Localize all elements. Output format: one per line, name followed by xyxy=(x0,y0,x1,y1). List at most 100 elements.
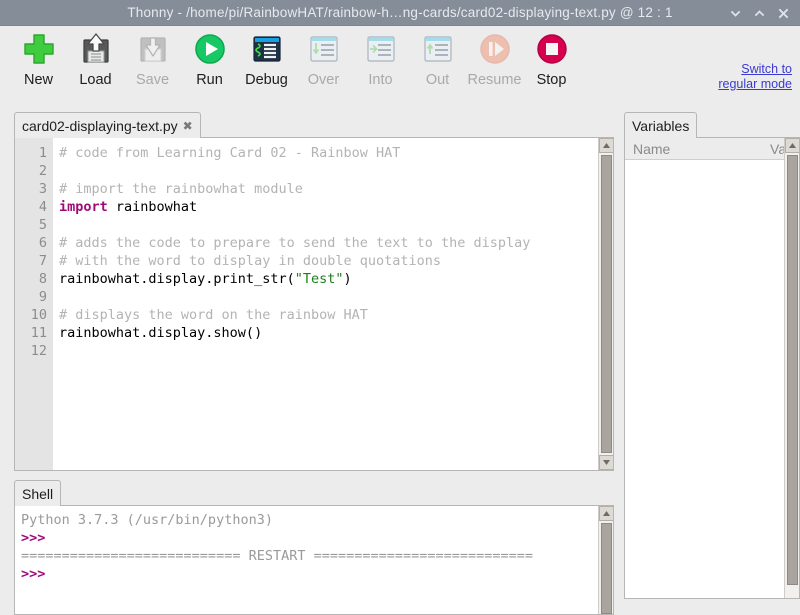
code-line: # import the rainbowhat module xyxy=(59,180,613,198)
shell-tab-label: Shell xyxy=(22,485,54,502)
code-token: # with the word to display in double quo… xyxy=(59,253,442,269)
shell-scrollbar-thumb[interactable] xyxy=(601,523,612,614)
code-token: # code from Learning Card 02 - Rainbow H… xyxy=(59,145,401,161)
editor-panel: card02-displaying-text.py ✖ 1 2 3 4 5 6 7 8 9 10 1… xyxy=(14,112,614,472)
editor-vertical-scrollbar[interactable] xyxy=(598,138,613,470)
step-over-icon xyxy=(306,31,342,67)
window-controls xyxy=(724,0,794,26)
scroll-up-arrow-icon[interactable] xyxy=(599,506,613,521)
save-button[interactable]: Save xyxy=(124,26,181,100)
over-button[interactable]: Over xyxy=(295,26,352,100)
resume-icon xyxy=(477,31,513,67)
run-button-label: Run xyxy=(196,72,223,88)
editor-body: 1 2 3 4 5 6 7 8 9 10 11 12 # code from Learning Car… xyxy=(14,137,614,471)
editor-tab-label: card02-displaying-text.py xyxy=(22,117,178,134)
tab-variables[interactable]: Variables xyxy=(624,112,698,138)
shell-line: >>> xyxy=(21,530,54,546)
variables-body: Name Valu xyxy=(624,137,800,599)
debug-icon xyxy=(249,31,285,67)
code-token: # adds the code to prepare to send the t… xyxy=(59,235,531,251)
editor-tab-card02[interactable]: card02-displaying-text.py ✖ xyxy=(14,112,201,138)
code-line: import rainbowhat xyxy=(59,198,613,216)
line-number: 8 xyxy=(38,271,47,287)
code-token: rainbowhat xyxy=(107,199,198,215)
shell-line: =========================== RESTART ====… xyxy=(21,548,534,564)
load-button[interactable]: Load xyxy=(67,26,124,100)
close-icon[interactable] xyxy=(772,2,794,24)
step-out-icon xyxy=(420,31,456,67)
debug-button[interactable]: Debug xyxy=(238,26,295,100)
over-button-label: Over xyxy=(307,72,340,88)
step-into-icon xyxy=(363,31,399,67)
variables-scrollbar-thumb[interactable] xyxy=(787,155,798,585)
line-number: 2 xyxy=(38,163,47,179)
stop-button-label: Stop xyxy=(536,72,567,88)
code-token: # import the rainbowhat module xyxy=(59,181,303,197)
shell-vertical-scrollbar[interactable] xyxy=(598,506,613,614)
main-toolbar: New Load Save Run Debug Over Into Out Re… xyxy=(0,26,800,104)
shell-line: Python 3.7.3 (/usr/bin/python3) xyxy=(21,512,273,528)
line-number: 1 xyxy=(38,145,47,161)
new-button[interactable]: New xyxy=(10,26,67,100)
editor-scrollbar-thumb[interactable] xyxy=(601,155,612,453)
code-line: # code from Learning Card 02 - Rainbow H… xyxy=(59,144,613,162)
scroll-up-arrow-icon[interactable] xyxy=(599,138,613,153)
line-number: 10 xyxy=(30,307,47,323)
into-button[interactable]: Into xyxy=(352,26,409,100)
into-button-label: Into xyxy=(368,72,393,88)
variables-column-name[interactable]: Name xyxy=(625,141,770,157)
main-area: card02-displaying-text.py ✖ 1 2 3 4 5 6 7 8 9 10 1… xyxy=(0,104,800,615)
out-button-label: Out xyxy=(425,72,450,88)
code-token: # displays the word on the rainbow HAT xyxy=(59,307,368,323)
run-button[interactable]: Run xyxy=(181,26,238,100)
editor-line-number-gutter: 1 2 3 4 5 6 7 8 9 10 11 12 xyxy=(15,138,53,470)
shell-output-text[interactable]: Python 3.7.3 (/usr/bin/python3) >>> =====… xyxy=(15,506,613,614)
save-button-label: Save xyxy=(135,72,170,88)
scroll-up-arrow-icon[interactable] xyxy=(785,138,799,153)
shell-line: >>> xyxy=(21,566,54,582)
shell-body: Python 3.7.3 (/usr/bin/python3) >>> =====… xyxy=(14,505,614,615)
stop-button[interactable]: Stop xyxy=(523,26,580,100)
line-number: 3 xyxy=(38,181,47,197)
code-editor-text[interactable]: # code from Learning Card 02 - Rainbow H… xyxy=(53,138,613,470)
code-line: # adds the code to prepare to send the t… xyxy=(59,234,613,252)
stop-icon xyxy=(534,31,570,67)
run-icon xyxy=(192,31,228,67)
line-number: 9 xyxy=(38,289,47,305)
code-line: rainbowhat.display.print_str("Test") xyxy=(59,270,613,288)
resume-button-label: Resume xyxy=(467,72,522,88)
out-button[interactable]: Out xyxy=(409,26,466,100)
variables-tabstrip: Variables xyxy=(624,112,800,138)
close-icon[interactable]: ✖ xyxy=(183,119,193,133)
load-file-icon xyxy=(78,31,114,67)
line-number: 7 xyxy=(38,253,47,269)
line-number: 4 xyxy=(38,199,47,215)
code-line: rainbowhat.display.show() xyxy=(59,324,613,342)
resume-button[interactable]: Resume xyxy=(466,26,523,100)
variables-panel: Variables Name Valu xyxy=(624,112,800,600)
code-token: rainbowhat.display.print_str( xyxy=(59,271,295,287)
window-title: Thonny - /home/pi/RainbowHAT/rainbow-h…n… xyxy=(127,5,673,20)
shell-panel: Shell Python 3.7.3 (/usr/bin/python3) >>>… xyxy=(14,480,614,615)
window-titlebar: Thonny - /home/pi/RainbowHAT/rainbow-h…n… xyxy=(0,0,800,26)
code-token: ) xyxy=(343,271,352,287)
variables-vertical-scrollbar[interactable] xyxy=(784,138,799,598)
maximize-icon[interactable] xyxy=(748,2,770,24)
switch-to-regular-mode-link[interactable]: Switch to regular mode xyxy=(696,62,792,92)
load-button-label: Load xyxy=(79,72,112,88)
variables-tab-label: Variables xyxy=(632,117,690,134)
line-number: 6 xyxy=(38,235,47,251)
minimize-icon[interactable] xyxy=(724,2,746,24)
variables-table-header: Name Valu xyxy=(625,138,799,160)
code-token: import xyxy=(59,199,108,215)
code-line: # with the word to display in double quo… xyxy=(59,252,613,270)
tab-shell[interactable]: Shell xyxy=(14,480,62,506)
editor-tabstrip: card02-displaying-text.py ✖ xyxy=(14,112,614,138)
shell-tabstrip: Shell xyxy=(14,480,614,506)
debug-button-label: Debug xyxy=(245,72,288,88)
scroll-down-arrow-icon[interactable] xyxy=(599,455,613,470)
new-file-icon xyxy=(21,31,57,67)
